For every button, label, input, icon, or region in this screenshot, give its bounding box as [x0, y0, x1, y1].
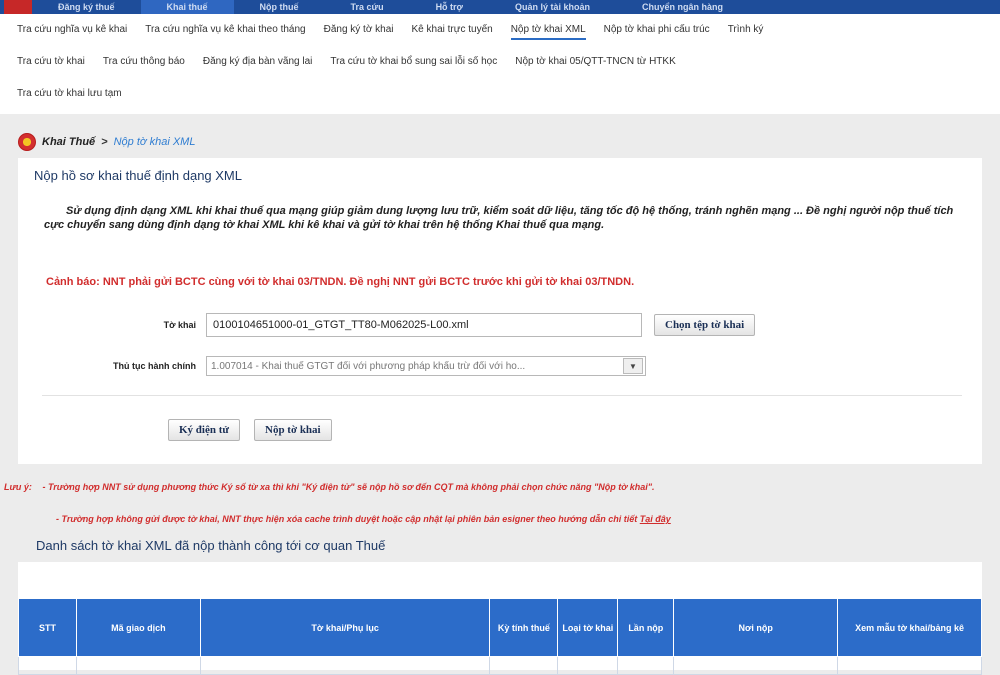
site-logo — [4, 0, 32, 14]
sub-nav-row-2: Tra cứu tờ khai Tra cứu thông báo Đăng k… — [0, 46, 1000, 78]
breadcrumb-root[interactable]: Khai Thuế — [42, 136, 95, 148]
sub-nav-tra-cuu-nghia-vu-theo-thang[interactable]: Tra cứu nghĩa vụ kê khai theo tháng — [136, 14, 314, 46]
table-header-row: STT Mã giao dịch Tờ khai/Phụ lục Kỳ tính… — [18, 598, 982, 657]
col-lan-nop: Lần nộp — [617, 598, 675, 657]
sub-nav-dang-ky-to-khai[interactable]: Đăng ký tờ khai — [315, 14, 403, 46]
submit-xml-panel: Nộp hồ sơ khai thuế định dạng XML Sử dụn… — [18, 158, 982, 464]
table-cell — [18, 656, 77, 675]
col-xem-mau: Xem mẫu tờ khai/bảng kê — [837, 598, 982, 657]
top-nav-bar: Đăng ký thuế Khai thuế Nộp thuế Tra cứu … — [0, 0, 1000, 14]
col-ma-giao-dich: Mã giao dịch — [75, 598, 201, 657]
note-1-text: - Trường hợp NNT sử dụng phương thức Ký … — [42, 482, 655, 492]
form-divider — [42, 395, 962, 396]
submitted-list-panel: STT Mã giao dịch Tờ khai/Phụ lục Kỳ tính… — [18, 562, 982, 675]
note-1: Lưu ý: - Trường hợp NNT sử dụng phương t… — [4, 482, 655, 492]
sub-nav-trinh-ky[interactable]: Trình ký — [719, 14, 773, 46]
table-cell — [617, 656, 675, 675]
national-emblem-icon — [18, 133, 36, 151]
procedure-label: Thủ tục hành chính — [113, 361, 196, 371]
sub-nav-nop-to-khai-phi-cau-truc[interactable]: Nộp tờ khai phi cấu trúc — [595, 14, 719, 46]
procedure-select-value: 1.007014 - Khai thuế GTGT đối với phương… — [211, 360, 526, 372]
sub-nav-dang-ky-dia-ban-vang-lai[interactable]: Đăng ký địa bàn vãng lai — [194, 46, 322, 78]
table-cell — [837, 656, 982, 675]
top-nav-nop-thue[interactable]: Nộp thuế — [234, 0, 325, 14]
sub-nav-tra-cuu-to-khai-luu-tam[interactable]: Tra cứu tờ khai lưu tạm — [8, 78, 131, 110]
intro-text: Sử dụng định dạng XML khi khai thuế qua … — [44, 205, 954, 231]
table-cell — [557, 656, 619, 675]
breadcrumb: Khai Thuế > Nộp tờ khai XML — [18, 132, 195, 152]
submit-button[interactable]: Nộp tờ khai — [254, 419, 332, 441]
sub-nav-tra-cuu-nghia-vu-ke-khai[interactable]: Tra cứu nghĩa vụ kê khai — [8, 14, 136, 46]
col-to-khai: Tờ khai/Phụ lục — [199, 598, 491, 657]
col-stt: STT — [18, 598, 77, 657]
list-title: Danh sách tờ khai XML đã nộp thành công … — [36, 538, 386, 553]
choose-file-button[interactable]: Chọn tệp tờ khai — [654, 314, 756, 336]
procedure-select[interactable]: 1.007014 - Khai thuế GTGT đối với phương… — [206, 356, 646, 376]
submitted-table: STT Mã giao dịch Tờ khai/Phụ lục Kỳ tính… — [18, 598, 982, 675]
note-2: - Trường hợp không gửi được tờ khai, NNT… — [56, 514, 671, 524]
table-row — [18, 656, 982, 675]
sign-button[interactable]: Ký điện tử — [168, 419, 240, 441]
note-2-text: - Trường hợp không gửi được tờ khai, NNT… — [56, 514, 638, 524]
sub-nav-ke-khai-truc-tuyen[interactable]: Kê khai trực tuyến — [403, 14, 502, 46]
table-cell — [673, 656, 839, 675]
sub-nav-nop-to-khai-05-qtt[interactable]: Nộp tờ khai 05/QTT-TNCN từ HTKK — [506, 46, 685, 78]
action-row: Ký điện tử Nộp tờ khai — [168, 419, 332, 441]
breadcrumb-current: Nộp tờ khai XML — [113, 136, 196, 148]
file-label: Tờ khai — [163, 320, 196, 330]
help-link[interactable]: Tại đây — [640, 514, 671, 524]
top-nav-quan-ly-tai-khoan[interactable]: Quản lý tài khoản — [489, 0, 616, 14]
breadcrumb-separator: > — [101, 136, 108, 148]
top-nav-dang-ky-thue[interactable]: Đăng ký thuế — [32, 0, 141, 14]
warning-text: Cảnh báo: NNT phải gửi BCTC cùng với tờ … — [46, 276, 635, 288]
file-row: Tờ khai 0100104651000-01_GTGT_TT80-M0620… — [18, 313, 756, 337]
panel-title: Nộp hồ sơ khai thuế định dạng XML — [34, 168, 242, 183]
sub-nav-row-1: Tra cứu nghĩa vụ kê khai Tra cứu nghĩa v… — [0, 14, 1000, 46]
note-prefix: Lưu ý: — [4, 482, 32, 492]
chevron-down-icon[interactable]: ▼ — [623, 358, 643, 374]
table-cell — [489, 656, 559, 675]
top-nav-chuyen-ngan-hang[interactable]: Chuyển ngân hàng — [616, 0, 749, 14]
top-nav-tra-cuu[interactable]: Tra cứu — [325, 0, 410, 14]
procedure-row: Thủ tục hành chính 1.007014 - Khai thuế … — [18, 356, 646, 376]
sub-nav-nop-to-khai-xml[interactable]: Nộp tờ khai XML — [502, 14, 595, 46]
sub-nav-tra-cuu-to-khai-bo-sung[interactable]: Tra cứu tờ khai bổ sung sai lỗi số học — [321, 46, 506, 78]
table-cell — [75, 656, 201, 675]
file-field[interactable]: 0100104651000-01_GTGT_TT80-M062025-L00.x… — [206, 313, 642, 337]
sub-nav-row-3: Tra cứu tờ khai lưu tạm — [0, 78, 1000, 110]
col-noi-nop: Nơi nộp — [673, 598, 839, 657]
sub-nav-tra-cuu-to-khai[interactable]: Tra cứu tờ khai — [8, 46, 94, 78]
sub-nav: Tra cứu nghĩa vụ kê khai Tra cứu nghĩa v… — [0, 14, 1000, 114]
top-nav-khai-thue[interactable]: Khai thuế — [140, 0, 234, 14]
top-nav-ho-tro[interactable]: Hỗ trợ — [410, 0, 489, 14]
sub-nav-tra-cuu-thong-bao[interactable]: Tra cứu thông báo — [94, 46, 194, 78]
col-loai-to-khai: Loại tờ khai — [557, 598, 619, 657]
col-ky-tinh-thue: Kỳ tính thuế — [489, 598, 559, 657]
table-cell — [199, 656, 491, 675]
